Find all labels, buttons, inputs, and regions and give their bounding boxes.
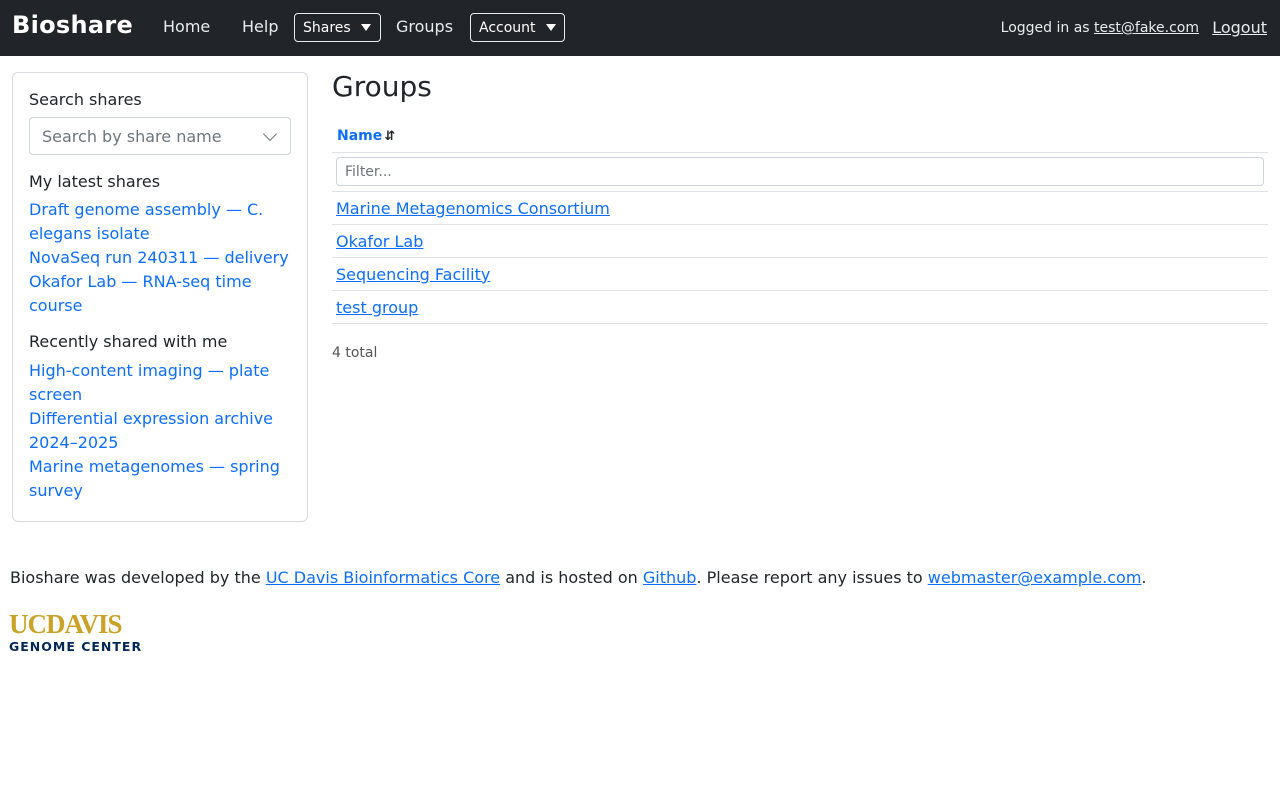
logged-in-prefix: Logged in as bbox=[1000, 20, 1090, 36]
shares-dropdown-label: Shares bbox=[303, 19, 351, 36]
logout-link[interactable]: Logout bbox=[1212, 18, 1267, 37]
footer-text-part: and is hosted on bbox=[500, 568, 643, 587]
search-shares-label: Search shares bbox=[29, 90, 142, 109]
group-link[interactable]: Okafor Lab bbox=[336, 232, 423, 251]
table-row: test group bbox=[332, 290, 1268, 324]
group-link[interactable]: test group bbox=[336, 298, 418, 317]
share-search-placeholder: Search by share name bbox=[42, 126, 222, 146]
bioinformatics-core-link[interactable]: UC Davis Bioinformatics Core bbox=[266, 568, 500, 587]
logo-graphic: UCDAVIS GENOME CENTER bbox=[9, 609, 142, 654]
caret-down-icon bbox=[360, 24, 371, 31]
github-link[interactable]: Github bbox=[643, 568, 697, 587]
nav-groups-link[interactable]: Groups bbox=[396, 17, 453, 36]
groups-table: Name⇵ Marine Metagenomics Consortium Oka… bbox=[332, 122, 1268, 324]
user-email-link[interactable]: test@fake.com bbox=[1094, 20, 1199, 36]
login-info: Logged in as test@fake.com bbox=[1001, 20, 1199, 36]
shares-dropdown-button[interactable]: Shares bbox=[294, 13, 381, 42]
shared-share-link[interactable]: Marine metagenomes — spring survey bbox=[29, 455, 291, 503]
page-title: Groups bbox=[332, 70, 432, 103]
name-column-header: Name ⇵ bbox=[332, 122, 1268, 153]
table-cell: Sequencing Facility bbox=[332, 257, 1268, 291]
chevron-down-icon bbox=[262, 126, 278, 141]
footer-text: Bioshare was developed by the UC Davis B… bbox=[10, 568, 1147, 587]
group-filter-input[interactable] bbox=[336, 157, 1264, 186]
footer-text-part: . bbox=[1141, 568, 1147, 587]
latest-shares-list: Draft genome assembly — C. elegans isola… bbox=[29, 198, 291, 318]
sort-by-name-link[interactable]: Name bbox=[337, 128, 382, 144]
total-count: 4 total bbox=[332, 345, 378, 361]
nav-help-link[interactable]: Help bbox=[242, 17, 278, 36]
latest-share-link[interactable]: NovaSeq run 240311 — delivery bbox=[29, 246, 291, 270]
sort-icon[interactable]: ⇵ bbox=[384, 129, 395, 144]
top-navbar: Bioshare Home Help Shares Groups Account… bbox=[0, 0, 1280, 56]
account-dropdown-button[interactable]: Account bbox=[470, 13, 565, 42]
table-row: Marine Metagenomics Consortium bbox=[332, 191, 1268, 225]
footer-text-part: Bioshare was developed by the bbox=[10, 568, 266, 587]
share-search-select[interactable]: Search by share name bbox=[29, 117, 291, 155]
latest-shares-heading: My latest shares bbox=[29, 172, 161, 191]
table-header-row: Name ⇵ bbox=[332, 122, 1268, 153]
uc-davis-genome-center-logo: UCDAVIS GENOME CENTER bbox=[8, 609, 144, 658]
filter-row bbox=[332, 152, 1268, 192]
footer-text-part: . Please report any issues to bbox=[696, 568, 928, 587]
table-cell: Okafor Lab bbox=[332, 224, 1268, 258]
logo-line-2: GENOME CENTER bbox=[9, 639, 142, 654]
nav-home-link[interactable]: Home bbox=[163, 17, 210, 36]
group-link[interactable]: Sequencing Facility bbox=[336, 265, 490, 284]
logo-line-1: UCDAVIS bbox=[9, 610, 122, 639]
table-cell: Marine Metagenomics Consortium bbox=[332, 191, 1268, 225]
group-link[interactable]: Marine Metagenomics Consortium bbox=[336, 199, 610, 218]
latest-share-link[interactable]: Draft genome assembly — C. elegans isola… bbox=[29, 198, 291, 246]
latest-share-link[interactable]: Okafor Lab — RNA-seq time course bbox=[29, 270, 291, 318]
account-dropdown-label: Account bbox=[479, 19, 536, 36]
filter-cell bbox=[332, 152, 1268, 192]
brand-link[interactable]: Bioshare bbox=[12, 11, 133, 39]
shared-with-me-list: High-content imaging — plate screen Diff… bbox=[29, 359, 291, 503]
shared-share-link[interactable]: Differential expression archive 2024–202… bbox=[29, 407, 291, 455]
caret-down-icon bbox=[545, 24, 556, 31]
sidebar-card: Search shares Search by share name My la… bbox=[12, 72, 308, 522]
table-row: Sequencing Facility bbox=[332, 257, 1268, 291]
table-cell: test group bbox=[332, 290, 1268, 324]
shared-share-link[interactable]: High-content imaging — plate screen bbox=[29, 359, 291, 407]
table-row: Okafor Lab bbox=[332, 224, 1268, 258]
webmaster-email-link[interactable]: webmaster@example.com bbox=[928, 568, 1142, 587]
shared-with-me-heading: Recently shared with me bbox=[29, 332, 228, 351]
